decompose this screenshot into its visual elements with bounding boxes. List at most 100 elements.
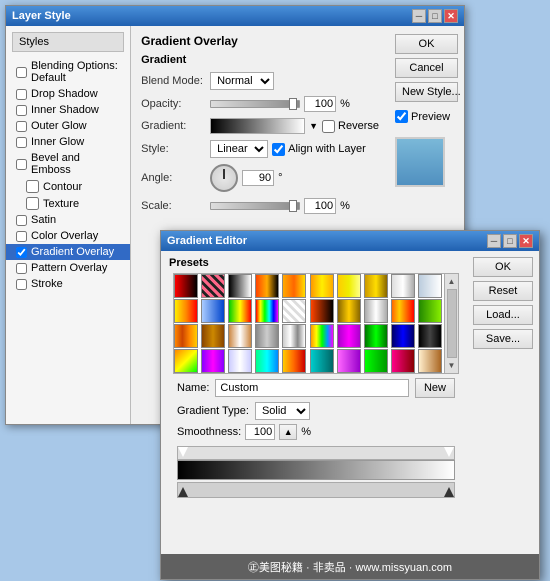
preset-swatch-31[interactable]: [174, 349, 198, 373]
ge-save-button[interactable]: Save...: [473, 329, 533, 349]
sidebar-item-bevel-emboss[interactable]: Bevel and Emboss: [6, 150, 130, 178]
name-input[interactable]: [215, 379, 409, 397]
preset-swatch-22[interactable]: [201, 324, 225, 348]
angle-input[interactable]: [242, 170, 274, 186]
sidebar-item-inner-shadow[interactable]: Inner Shadow: [6, 102, 130, 118]
gradient-overlay-checkbox[interactable]: [16, 247, 27, 258]
stroke-checkbox[interactable]: [16, 279, 27, 290]
scroll-down-arrow[interactable]: ▼: [448, 360, 456, 371]
preset-swatch-2[interactable]: [201, 274, 225, 298]
preset-swatch-10[interactable]: [418, 274, 442, 298]
preset-swatch-24[interactable]: [255, 324, 279, 348]
close-button[interactable]: ✕: [444, 9, 458, 23]
color-overlay-checkbox[interactable]: [16, 231, 27, 242]
smoothness-up-button[interactable]: ▲: [279, 424, 297, 440]
preset-swatch-18[interactable]: [364, 299, 388, 323]
minimize-button[interactable]: ─: [412, 9, 426, 23]
blending-checkbox[interactable]: [16, 67, 27, 78]
color-stop-right[interactable]: [444, 487, 454, 497]
preset-swatch-15[interactable]: [282, 299, 306, 323]
preset-swatch-39[interactable]: [391, 349, 415, 373]
preset-swatch-35[interactable]: [282, 349, 306, 373]
opacity-slider[interactable]: [210, 100, 300, 108]
preset-swatch-12[interactable]: [201, 299, 225, 323]
preset-swatch-34[interactable]: [255, 349, 279, 373]
sidebar-item-color-overlay[interactable]: Color Overlay: [6, 228, 130, 244]
preset-swatch-11[interactable]: [174, 299, 198, 323]
sidebar-item-stroke[interactable]: Stroke: [6, 276, 130, 292]
drop-shadow-checkbox[interactable]: [16, 89, 27, 100]
preset-swatch-16[interactable]: [310, 299, 334, 323]
scroll-up-arrow[interactable]: ▲: [448, 276, 456, 287]
cancel-button[interactable]: Cancel: [395, 58, 458, 78]
sidebar-item-blending[interactable]: Blending Options: Default: [6, 58, 130, 86]
pattern-overlay-checkbox[interactable]: [16, 263, 27, 274]
preset-swatch-5[interactable]: [282, 274, 306, 298]
outer-glow-checkbox[interactable]: [16, 121, 27, 132]
gradient-type-select[interactable]: Solid Noise: [255, 402, 310, 420]
preset-swatch-26[interactable]: [310, 324, 334, 348]
preset-swatch-7[interactable]: [337, 274, 361, 298]
preset-swatch-8[interactable]: [364, 274, 388, 298]
texture-checkbox[interactable]: [26, 197, 39, 210]
sidebar-item-outer-glow[interactable]: Outer Glow: [6, 118, 130, 134]
sidebar-item-gradient-overlay[interactable]: Gradient Overlay: [6, 244, 130, 260]
color-stop-left[interactable]: [178, 487, 188, 497]
ok-button[interactable]: OK: [395, 34, 458, 54]
preset-swatch-14[interactable]: [255, 299, 279, 323]
preset-swatch-37[interactable]: [337, 349, 361, 373]
preset-swatch-29[interactable]: [391, 324, 415, 348]
angle-dial[interactable]: [210, 164, 238, 192]
reverse-checkbox[interactable]: [322, 120, 335, 133]
opacity-input[interactable]: [304, 96, 336, 112]
sidebar-item-inner-glow[interactable]: Inner Glow: [6, 134, 130, 150]
preset-swatch-21[interactable]: [174, 324, 198, 348]
align-layer-checkbox[interactable]: [272, 143, 285, 156]
preset-swatch-9[interactable]: [391, 274, 415, 298]
scale-slider[interactable]: [210, 202, 300, 210]
opacity-thumb[interactable]: [289, 98, 297, 110]
preset-swatch-3[interactable]: [228, 274, 252, 298]
preset-swatch-32[interactable]: [201, 349, 225, 373]
preset-swatch-38[interactable]: [364, 349, 388, 373]
preset-swatch-27[interactable]: [337, 324, 361, 348]
preset-swatch-25[interactable]: [282, 324, 306, 348]
sidebar-item-texture[interactable]: Texture: [6, 195, 130, 212]
sidebar-item-contour[interactable]: Contour: [6, 178, 130, 195]
bevel-emboss-checkbox[interactable]: [16, 159, 27, 170]
new-button[interactable]: New: [415, 378, 455, 398]
ge-reset-button[interactable]: Reset: [473, 281, 533, 301]
preset-swatch-30[interactable]: [418, 324, 442, 348]
preset-swatch-36[interactable]: [310, 349, 334, 373]
preview-checkbox[interactable]: [395, 110, 408, 123]
satin-checkbox[interactable]: [16, 215, 27, 226]
sidebar-item-satin[interactable]: Satin: [6, 212, 130, 228]
ge-minimize-button[interactable]: ─: [487, 234, 501, 248]
scale-input[interactable]: [304, 198, 336, 214]
preset-swatch-23[interactable]: [228, 324, 252, 348]
preset-swatch-19[interactable]: [391, 299, 415, 323]
arrow-icon[interactable]: ▼: [309, 121, 318, 131]
preset-swatch-17[interactable]: [337, 299, 361, 323]
ge-load-button[interactable]: Load...: [473, 305, 533, 325]
new-style-button[interactable]: New Style...: [395, 82, 458, 102]
sidebar-item-pattern-overlay[interactable]: Pattern Overlay: [6, 260, 130, 276]
preset-swatch-20[interactable]: [418, 299, 442, 323]
ge-ok-button[interactable]: OK: [473, 257, 533, 277]
preset-swatch-1[interactable]: [174, 274, 198, 298]
opacity-stop-left[interactable]: [178, 447, 188, 457]
ge-maximize-button[interactable]: □: [503, 234, 517, 248]
smoothness-input[interactable]: [245, 424, 275, 440]
gradient-preview[interactable]: [210, 118, 305, 134]
preset-swatch-33[interactable]: [228, 349, 252, 373]
preset-swatch-6[interactable]: [310, 274, 334, 298]
inner-shadow-checkbox[interactable]: [16, 105, 27, 116]
ge-close-button[interactable]: ✕: [519, 234, 533, 248]
preset-swatch-40[interactable]: [418, 349, 442, 373]
maximize-button[interactable]: □: [428, 9, 442, 23]
opacity-stop-right[interactable]: [444, 447, 454, 457]
preset-swatch-4[interactable]: [255, 274, 279, 298]
preset-swatch-28[interactable]: [364, 324, 388, 348]
gradient-bar[interactable]: [177, 460, 455, 480]
sidebar-item-drop-shadow[interactable]: Drop Shadow: [6, 86, 130, 102]
